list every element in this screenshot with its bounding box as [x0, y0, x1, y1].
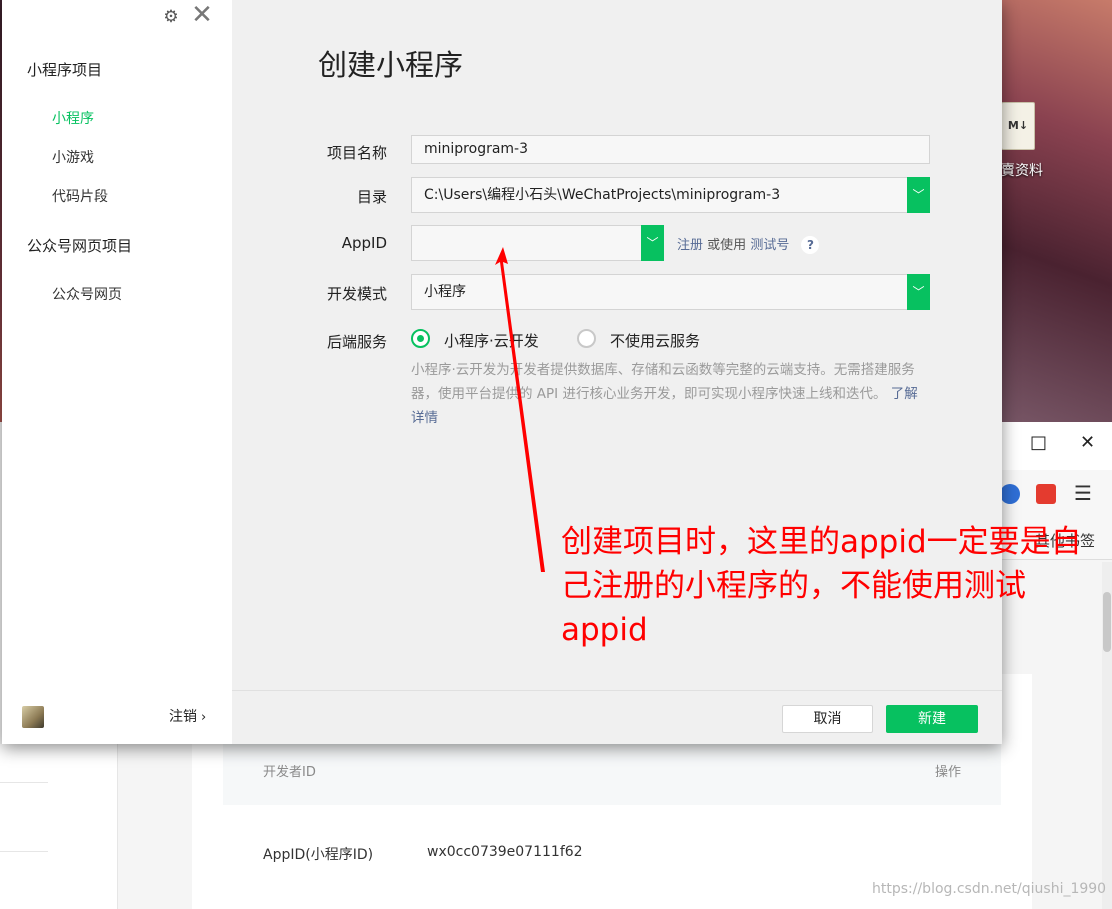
column-header-devid: 开发者ID [263, 765, 316, 780]
markdown-file-icon[interactable]: M↓ [1001, 102, 1035, 150]
chevron-down-icon[interactable]: ﹀ [641, 225, 664, 261]
scrollbar[interactable] [1102, 562, 1112, 909]
radio-cloud-dev[interactable] [411, 329, 430, 348]
close-icon[interactable]: ✕ [190, 2, 214, 28]
column-header-action: 操作 [934, 765, 961, 780]
radio-no-cloud-label[interactable]: 不使用云服务 [610, 330, 700, 351]
appid-helper-links: 注册 或使用 测试号 ? [677, 234, 820, 254]
create-form-panel: 创建小程序 项目名称 miniprogram-3 目录 C:\Users\编程小… [232, 0, 1002, 690]
appid-label: AppID [341, 234, 387, 252]
bookmark-other[interactable]: 其他书签 [1035, 530, 1095, 551]
desktop-icon-label: 賣资料 [1001, 163, 1043, 179]
dev-mode-label: 开发模式 [326, 285, 387, 303]
maximize-icon[interactable]: □ [1030, 432, 1047, 453]
sidebar-item-code-snippet[interactable]: 代码片段 [52, 186, 108, 206]
table-header: 开发者ID 操作 [223, 737, 1001, 805]
chevron-right-icon: › [201, 710, 207, 725]
create-button[interactable]: 新建 [886, 705, 978, 733]
logout-button[interactable]: 注销 › [169, 706, 206, 726]
help-icon[interactable]: ? [801, 236, 820, 254]
extension-icon[interactable] [1000, 484, 1020, 504]
directory-value: C:\Users\编程小石头\WeChatProjects\miniprogra… [424, 187, 781, 203]
gear-icon[interactable]: ⚙ [161, 7, 181, 27]
avatar[interactable] [22, 706, 44, 728]
browser-titlebar: □ ✕ [1000, 422, 1112, 470]
section-official-account-project: 公众号网页项目 [27, 237, 133, 255]
create-project-dialog: ⚙ ✕ 小程序项目 小程序 小游戏 代码片段 公众号网页项目 公众号网页 注销 ›… [2, 0, 1002, 744]
register-link[interactable]: 注册 [677, 238, 703, 253]
radio-cloud-dev-label[interactable]: 小程序·云开发 [444, 330, 539, 351]
dev-mode-select[interactable]: 小程序 ﹀ [411, 274, 930, 310]
chevron-down-icon[interactable]: ﹀ [907, 274, 930, 310]
pdf-icon[interactable] [1036, 484, 1056, 504]
description-text: 小程序·云开发为开发者提供数据库、存储和云函数等完整的云端支持。无需搭建服务器，… [411, 362, 915, 402]
close-icon[interactable]: ✕ [1080, 432, 1095, 453]
project-name-label: 项目名称 [326, 144, 387, 162]
or-use-text: 或使用 [707, 238, 747, 253]
divider [0, 782, 48, 783]
scrollbar-thumb[interactable] [1103, 592, 1111, 652]
project-name-input[interactable]: miniprogram-3 [411, 135, 930, 164]
sidebar-item-minigame[interactable]: 小游戏 [52, 147, 94, 167]
cancel-button[interactable]: 取消 [782, 705, 873, 733]
menu-icon[interactable]: ☰ [1074, 483, 1094, 504]
directory-select[interactable]: C:\Users\编程小石头\WeChatProjects\miniprogra… [411, 177, 930, 213]
appid-value: wx0cc0739e07111f62 [427, 844, 583, 860]
backend-service-label: 后端服务 [326, 333, 387, 351]
appid-key: AppID(小程序ID) [263, 847, 374, 863]
sidebar-item-official-webpage[interactable]: 公众号网页 [52, 284, 122, 304]
watermark: https://blog.csdn.net/qiushi_1990 [872, 881, 1107, 897]
divider [0, 851, 48, 852]
project-type-sidebar: ⚙ ✕ 小程序项目 小程序 小游戏 代码片段 公众号网页项目 公众号网页 注销 › [2, 0, 232, 744]
page-title: 创建小程序 [318, 48, 464, 82]
directory-label: 目录 [356, 188, 387, 206]
chevron-down-icon[interactable]: ﹀ [907, 177, 930, 213]
backend-description: 小程序·云开发为开发者提供数据库、存储和云函数等完整的云端支持。无需搭建服务器，… [411, 358, 931, 430]
dialog-footer: 取消 新建 [232, 690, 1002, 744]
page-left-nav [0, 744, 118, 909]
radio-no-cloud[interactable] [577, 329, 596, 348]
appid-select[interactable]: ﹀ [411, 225, 664, 261]
section-miniprogram-project: 小程序项目 [27, 61, 103, 79]
test-account-link[interactable]: 测试号 [750, 238, 789, 253]
sidebar-item-miniprogram[interactable]: 小程序 [52, 108, 94, 128]
logout-label: 注销 [169, 709, 197, 725]
dev-mode-value: 小程序 [424, 284, 466, 300]
